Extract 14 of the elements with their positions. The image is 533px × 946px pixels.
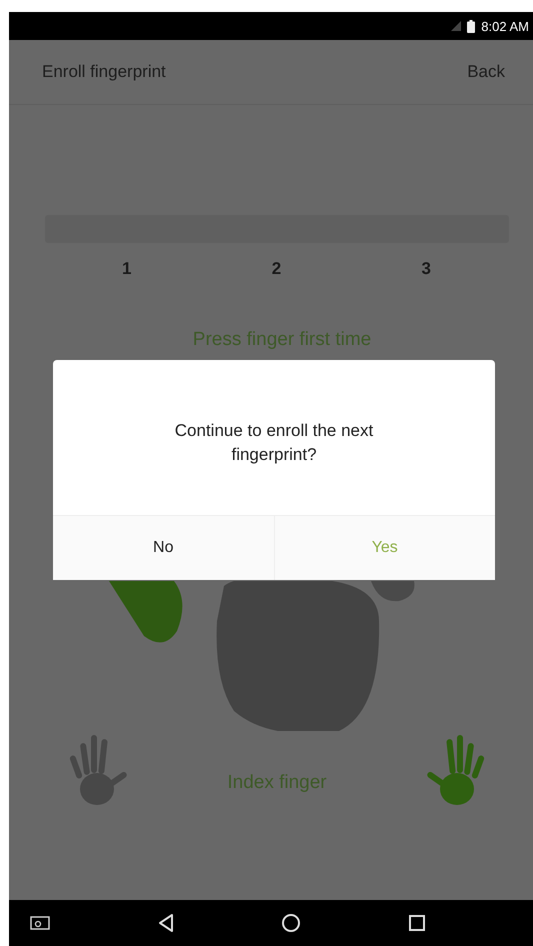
step-number: 1 [122,259,132,279]
confirm-button[interactable]: Yes [274,516,495,580]
screen-title: Enroll fingerprint [42,62,166,82]
step-number: 2 [272,259,282,279]
back-button[interactable]: Back [467,58,505,86]
home-icon[interactable] [280,912,302,934]
clock-text: 8:02 AM [481,18,529,34]
cancel-button[interactable]: No [53,516,274,580]
finger-label: Index finger [227,772,327,794]
dialog-message: Continue to enroll the next fingerprint? [174,420,374,466]
signal-icon [451,21,462,31]
battery-icon [467,20,476,32]
step-number: 3 [422,259,431,279]
instruction-text: Press finger first time [192,329,372,351]
